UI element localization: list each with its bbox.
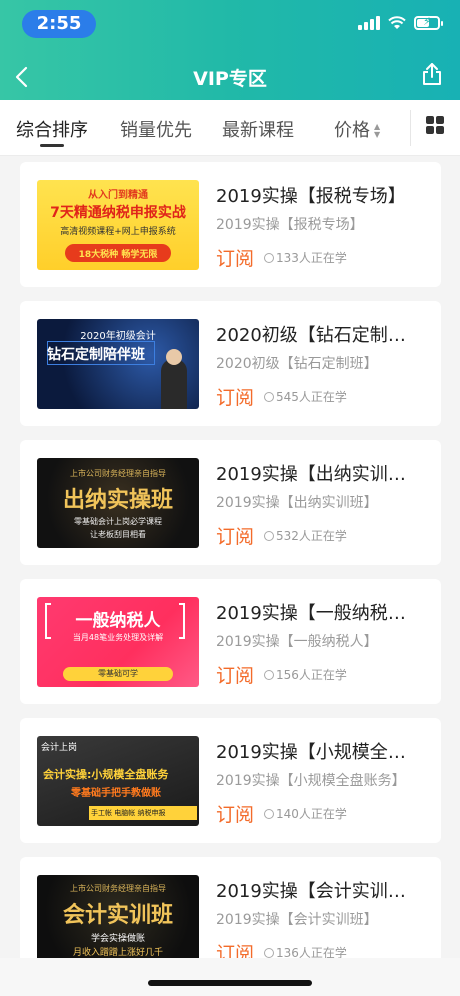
status-time: 2:55 (22, 10, 96, 38)
thumb-line: 学会实操做账 (90, 934, 145, 944)
learner-count-text: 545人正在学 (276, 390, 347, 404)
thumb-line: 会计上岗 (41, 743, 78, 753)
sort-arrows-icon: ▲ ▼ (374, 122, 381, 139)
home-indicator[interactable] (148, 980, 312, 986)
thumb-line: 手工帐 电脑帐 纳税申报 (91, 809, 166, 817)
course-thumbnail: 一般纳税人 当月48笔业务处理及详解 零基础可学 (37, 597, 199, 687)
thumb-line: 7天精通纳税申报实战 (50, 205, 186, 221)
learner-count-text: 156人正在学 (276, 668, 347, 682)
course-card[interactable]: 会计上岗 会计实操:小规模全盘账务 零基础手把手教做账 手工帐 电脑帐 纳税申报… (20, 718, 441, 843)
learner-count: 140人正在学 (264, 805, 347, 822)
tab-comprehensive[interactable]: 综合排序 (16, 116, 88, 142)
course-card[interactable]: 从入门到精通 7天精通纳税申报实战 高清视频课程+网上申报系统 18大税种 畅学… (20, 162, 441, 287)
course-subtitle: 2020初级【钻石定制班】 (216, 356, 378, 372)
tab-price[interactable]: 价格 ▲ ▼ (334, 116, 380, 142)
course-thumbnail: 上市公司财务经理亲自指导 会计实训班 学会实操做账 月收入蹭蹭上涨好几千 (37, 875, 199, 965)
course-thumbnail: 从入门到精通 7天精通纳税申报实战 高清视频课程+网上申报系统 18大税种 畅学… (37, 180, 199, 270)
course-card[interactable]: 2020年初级会计 钻石定制陪伴班 2020初级【钻石定制班】 2020初级【钻… (20, 301, 441, 426)
thumb-line: 会计实训班 (62, 903, 173, 928)
thumb-line: 18大税种 畅学无限 (78, 250, 158, 260)
header: 2:55 ⚡ VIP专区 (0, 0, 460, 100)
person-icon (264, 809, 274, 819)
learner-count-text: 532人正在学 (276, 529, 347, 543)
course-title: 2019实操【一般纳税人】 (216, 603, 421, 624)
course-subtitle: 2019实操【会计实训班】 (216, 912, 378, 928)
course-thumbnail: 上市公司财务经理亲自指导 出纳实操班 零基础会计上岗必学课程 让老板刮目相看 (37, 458, 199, 548)
thumb-line: 零基础会计上岗必学课程 (74, 517, 162, 526)
presenter-figure (161, 359, 187, 409)
page-title: VIP专区 (193, 68, 267, 90)
learner-count: 545人正在学 (264, 388, 347, 405)
subscribe-button[interactable]: 订阅 (216, 661, 254, 688)
person-icon (264, 670, 274, 680)
course-subtitle: 2019实操【小规模全盘账务】 (216, 773, 406, 789)
thumb-line: 从入门到精通 (88, 190, 148, 201)
thumb-line: 上市公司财务经理亲自指导 (70, 469, 166, 478)
thumb-line: 月收入蹭蹭上涨好几千 (72, 948, 163, 958)
course-title: 2019实操【小规模全盘账务】 (216, 742, 421, 763)
share-button[interactable] (422, 62, 444, 88)
course-title: 2019实操【出纳实训班】 (216, 464, 421, 485)
thumb-line: 零基础手把手教做账 (71, 788, 161, 799)
grid-view-icon[interactable] (426, 116, 444, 134)
course-card[interactable]: 一般纳税人 当月48笔业务处理及详解 零基础可学 2019实操【一般纳税人】 2… (20, 579, 441, 704)
course-subtitle: 2019实操【一般纳税人】 (216, 634, 378, 650)
sort-tabs: 综合排序 销量优先 最新课程 价格 ▲ ▼ (0, 100, 460, 156)
bottom-bar (0, 958, 460, 996)
thumb-line: 零基础可学 (98, 669, 138, 678)
battery-icon: ⚡ (414, 15, 443, 30)
subscribe-button[interactable]: 订阅 (216, 383, 254, 410)
cellular-signal-icon (358, 16, 380, 30)
learner-count: 156人正在学 (264, 666, 347, 683)
course-card[interactable]: 上市公司财务经理亲自指导 出纳实操班 零基础会计上岗必学课程 让老板刮目相看 2… (20, 440, 441, 565)
presenter-head (166, 349, 182, 365)
course-title: 2019实操【会计实训班】 (216, 881, 421, 902)
learner-count: 133人正在学 (264, 249, 347, 266)
learner-count: 532人正在学 (264, 527, 347, 544)
person-icon (264, 531, 274, 541)
course-subtitle: 2019实操【报税专场】 (216, 217, 364, 233)
thumb-line: 出纳实操班 (62, 488, 173, 513)
divider (410, 110, 411, 146)
person-icon (264, 948, 274, 958)
thumb-line: 让老板刮目相看 (90, 530, 146, 539)
person-icon (264, 253, 274, 263)
course-subtitle: 2019实操【出纳实训班】 (216, 495, 378, 511)
thumb-line: 会计实操:小规模全盘账务 (43, 768, 169, 781)
person-icon (264, 392, 274, 402)
course-title: 2019实操【报税专场】 (216, 186, 406, 207)
subscribe-button[interactable]: 订阅 (216, 522, 254, 549)
tab-sales[interactable]: 销量优先 (120, 116, 192, 142)
tab-price-label: 价格 (334, 120, 370, 141)
course-thumbnail: 2020年初级会计 钻石定制陪伴班 (37, 319, 199, 409)
thumb-line: 上市公司财务经理亲自指导 (70, 884, 166, 893)
learner-count-text: 133人正在学 (276, 251, 347, 265)
thumb-line: 当月48笔业务处理及详解 (72, 633, 164, 642)
thumb-line: 高清视频课程+网上申报系统 (60, 227, 176, 237)
share-icon (423, 63, 441, 85)
thumb-line: 2020年初级会计 (80, 331, 156, 342)
course-title: 2020初级【钻石定制班】 (216, 325, 421, 346)
course-thumbnail: 会计上岗 会计实操:小规模全盘账务 零基础手把手教做账 手工帐 电脑帐 纳税申报 (37, 736, 199, 826)
wifi-icon (388, 16, 406, 29)
subscribe-button[interactable]: 订阅 (216, 244, 254, 271)
tab-newest[interactable]: 最新课程 (222, 116, 294, 142)
subscribe-button[interactable]: 订阅 (216, 800, 254, 827)
status-icons: ⚡ (358, 15, 443, 30)
learner-count-text: 140人正在学 (276, 807, 347, 821)
active-tab-indicator (40, 144, 64, 147)
thumb-line: 一般纳税人 (75, 611, 161, 631)
